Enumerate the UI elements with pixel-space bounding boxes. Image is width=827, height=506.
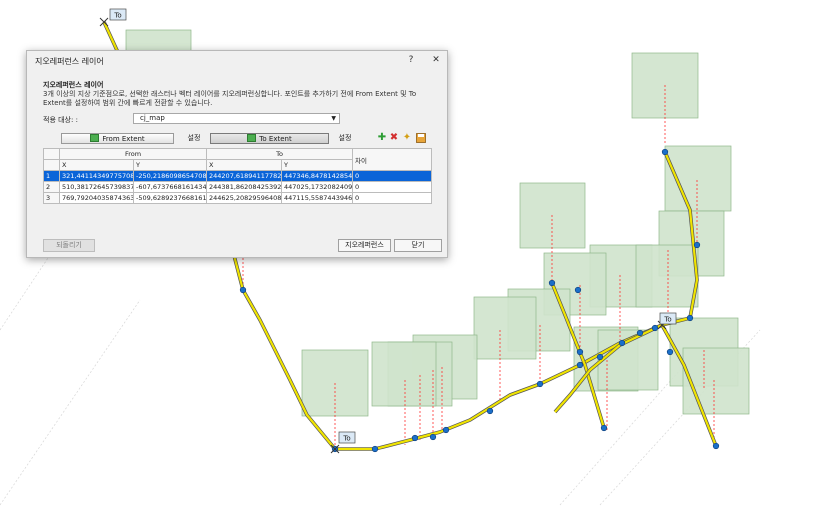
to-label: To [109,8,127,21]
description-text: 3개 이상의 지상 기준점으로, 선택한 래스터나 벡터 레이어를 지오레퍼런싱… [43,90,417,107]
save-icon[interactable] [416,133,426,143]
vertex-node [442,426,450,434]
to-y-cell[interactable]: 447025,17320824094 [281,181,354,193]
help-button[interactable]: ? [402,53,420,67]
diff-cell: 0 [352,170,433,182]
to-extent-settings-button[interactable]: 설정 [330,133,360,144]
vertex-node [712,442,720,450]
chevron-down-icon: ▼ [331,115,336,122]
from-x-cell[interactable]: 510,38172645739837 [59,181,134,193]
from-extent-button[interactable]: From Extent [61,133,174,144]
column-header: X [206,159,283,171]
to-label: To [338,431,356,444]
vertex-node [429,433,437,441]
georeference-dialog: 지오레퍼런스 레이어 ? ✕ 지오레퍼런스 레이어 3개 이상의 지상 기준점으… [26,50,448,258]
georeference-button[interactable]: 지오레퍼런스 [338,239,391,252]
undo-button[interactable]: 되돌리기 [43,239,95,252]
from-extent-settings-button[interactable]: 설정 [179,133,209,144]
column-header: Y [132,159,208,171]
from-header: From [58,148,208,160]
from-x-cell[interactable]: 769,79204035874363 [59,192,134,204]
image-footprint [473,296,537,360]
delete-icon[interactable]: ✖ [389,133,399,143]
target-layer-value: cj_map [140,114,165,122]
vertex-node [686,314,694,322]
svg-text:To: To [663,316,671,324]
vertex-node [239,286,247,294]
to-extent-button[interactable]: To Extent [210,133,329,144]
vertex-node [486,407,494,415]
image-footprint [682,347,750,415]
vertex-node [536,380,544,388]
extent-icon [90,134,100,142]
vertex-node [411,434,419,442]
extent-icon [247,134,257,142]
table-row[interactable]: 2 510,38172645739837 -607,67376681614348… [43,181,433,193]
diff-cell: 0 [352,181,433,193]
image-footprint [519,182,586,249]
to-label: To [659,312,677,325]
to-x-cell[interactable]: 244381,86208425392 [206,181,283,193]
to-y-cell[interactable]: 447115,55874439463 [281,192,354,204]
vertex-node [574,286,582,294]
from-y-cell[interactable]: -509,62892376681617 [132,192,208,204]
vertex-node [666,348,674,356]
diff-cell: 0 [352,192,433,204]
table-row[interactable]: 3 769,79204035874363 -509,62892376681617… [43,192,433,204]
to-extent-label: To Extent [259,135,292,143]
control-points-table: From To 차이 X Y X Y 1 321,44114349775708 … [43,148,433,204]
from-y-cell[interactable]: -250,21860986547085 [132,170,208,182]
diff-header: 차이 [352,148,433,171]
vertex-node [371,445,379,453]
column-header: Y [281,159,354,171]
vertex-node [636,329,644,337]
image-footprint [635,244,699,308]
to-y-cell[interactable]: 447346,84781428543 [281,170,354,182]
row-number: 1 [43,170,60,182]
wand-icon[interactable]: ✦ [402,133,412,143]
to-x-cell[interactable]: 244625,20829596408 [206,192,283,204]
image-footprint [371,341,437,407]
to-header: To [206,148,354,160]
svg-text:To: To [113,12,121,20]
vertex-node [693,241,701,249]
table-row[interactable]: 1 321,44114349775708 -250,21860986547085… [43,170,433,182]
close-button[interactable]: 닫기 [394,239,442,252]
vertex-node [548,279,556,287]
close-icon[interactable]: ✕ [427,53,445,67]
target-layer-select[interactable]: cj_map ▼ [133,113,340,124]
vertex-node [661,148,669,156]
svg-text:To: To [342,435,350,443]
from-extent-label: From Extent [102,135,145,143]
vertex-node [576,348,584,356]
from-x-cell[interactable]: 321,44114349775708 [59,170,134,182]
vertex-node [576,361,584,369]
vertex-node [618,339,626,347]
table-corner [43,148,60,160]
vertex-node [651,324,659,332]
dialog-title: 지오레퍼런스 레이어 [35,57,104,66]
section-heading: 지오레퍼런스 레이어 [43,81,104,89]
row-number: 3 [43,192,60,204]
from-y-cell[interactable]: -607,67376681614348 [132,181,208,193]
column-header: X [59,159,134,171]
vertex-node [600,424,608,432]
to-x-cell[interactable]: 244207,61894117782 [206,170,283,182]
add-icon[interactable]: ✚ [377,133,387,143]
row-number: 2 [43,181,60,193]
target-label: 적용 대상: : [43,116,78,124]
grid-line [0,299,141,506]
table-corner [43,159,60,171]
vertex-node [596,353,604,361]
